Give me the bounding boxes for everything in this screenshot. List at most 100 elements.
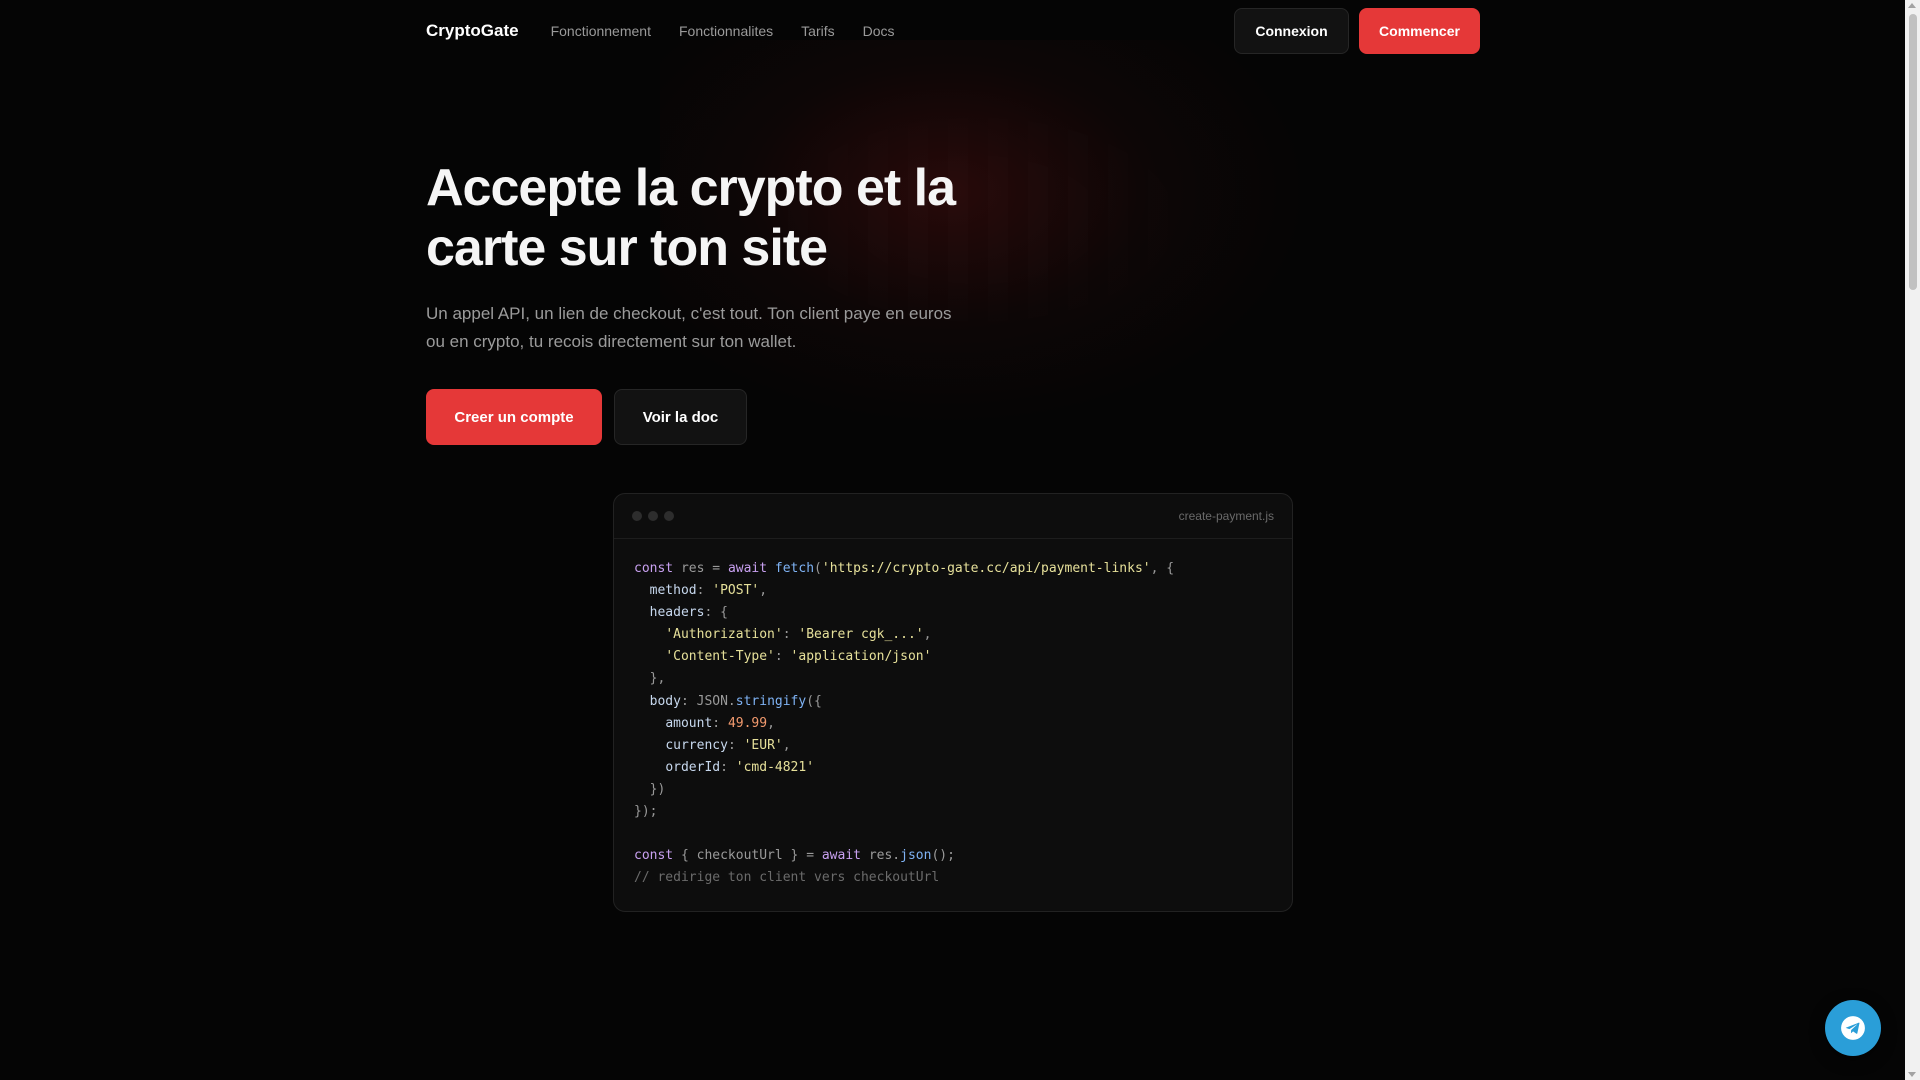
code-token: orderId [665, 759, 721, 775]
code-token: await [727, 561, 775, 576]
brand-logo[interactable]: CryptoGate [426, 21, 519, 41]
code-token: ({ [806, 693, 822, 709]
code-token: 'https://crypto-gate.cc/api/payment-link… [821, 561, 1151, 576]
hero-subtitle-line1: Un appel API, un lien de checkout, c'est… [426, 304, 952, 323]
nav-link-tarifs[interactable]: Tarifs [801, 23, 834, 39]
window-dot-icon [648, 511, 658, 521]
nav-link-docs[interactable]: Docs [863, 23, 895, 39]
code-token: : { [704, 605, 728, 621]
code-token: : [720, 759, 736, 775]
nav-actions: Connexion Commencer [1234, 8, 1480, 54]
code-line: }) [634, 779, 1272, 801]
code-line: }, [634, 668, 1272, 690]
code-token: const [634, 848, 674, 864]
login-button[interactable]: Connexion [1234, 8, 1349, 54]
code-token: const [634, 561, 674, 576]
code-token: : JSON. [680, 693, 736, 709]
code-token: : [774, 649, 791, 665]
code-line: }); [634, 801, 1272, 823]
code-token: fetch [774, 561, 815, 576]
code-token: res. [868, 848, 901, 864]
hero-title-line2: carte sur ton site [426, 219, 828, 277]
code-token: }) [634, 781, 666, 797]
code-token: , [759, 583, 768, 599]
code-token: , [923, 627, 932, 643]
code-window-titlebar: create-payment.js [614, 494, 1292, 539]
code-token: headers [649, 605, 705, 621]
code-token: , [782, 737, 791, 753]
code-token: 'Authorization' [665, 627, 783, 643]
code-line: 'Authorization': 'Bearer cgk_...', [634, 624, 1272, 646]
code-token: = [712, 561, 728, 576]
code-token: stringify [735, 693, 807, 709]
page-scrollbar[interactable] [1905, 0, 1920, 1080]
code-line: amount: 49.99, [634, 713, 1272, 735]
scroll-down-icon[interactable] [1908, 1072, 1916, 1077]
scroll-up-icon[interactable] [1908, 3, 1916, 8]
code-token: 'EUR' [743, 737, 783, 753]
code-line: body: JSON.stringify({ [634, 691, 1272, 713]
code-token: 'POST' [712, 583, 760, 599]
code-filename: create-payment.js [1178, 509, 1274, 523]
code-line: const { checkoutUrl } = await res.json()… [634, 845, 1272, 867]
view-docs-button[interactable]: Voir la doc [614, 389, 747, 445]
hero-actions: Creer un compte Voir la doc [426, 389, 747, 445]
code-token: : [727, 737, 744, 753]
code-token: json [900, 848, 932, 864]
code-token: : [782, 627, 799, 643]
scrollbar-thumb[interactable] [1909, 14, 1917, 290]
code-line: currency: 'EUR', [634, 735, 1272, 757]
code-token: amount [665, 715, 713, 731]
code-token: (); [931, 848, 955, 864]
code-token: }); [634, 804, 658, 820]
code-token: currency [665, 737, 728, 753]
code-token: : [696, 583, 713, 599]
code-block[interactable]: const res = await fetch('https://crypto-… [614, 539, 1292, 908]
code-token: // redirige ton client vers checkoutUrl [634, 870, 940, 886]
hero-title: Accepte la crypto et la carte sur ton si… [426, 158, 986, 278]
code-line: 'Content-Type': 'application/json' [634, 646, 1272, 668]
code-token: method [649, 583, 697, 599]
code-token: 'application/json' [790, 649, 932, 665]
telegram-icon [1841, 1016, 1865, 1040]
code-token: 'Content-Type' [665, 649, 775, 665]
window-dot-icon [664, 511, 674, 521]
start-button[interactable]: Commencer [1359, 8, 1480, 54]
top-nav: CryptoGate Fonctionnement Fonctionnalite… [426, 0, 1480, 62]
code-line: headers: { [634, 602, 1272, 624]
code-token: 'cmd-4821' [735, 759, 815, 775]
code-line: method: 'POST', [634, 580, 1272, 602]
nav-links: Fonctionnement Fonctionnalites Tarifs Do… [551, 23, 895, 39]
code-token: 49.99 [727, 715, 768, 731]
code-token: await [821, 848, 869, 864]
code-token: ( [814, 561, 822, 576]
create-account-button[interactable]: Creer un compte [426, 389, 602, 445]
code-line: // redirige ton client vers checkoutUrl [634, 867, 1272, 889]
code-token: body [649, 693, 681, 709]
code-token: res [673, 561, 713, 576]
nav-link-fonctionnalites[interactable]: Fonctionnalites [679, 23, 773, 39]
code-window: create-payment.js const res = await fetc… [613, 493, 1293, 912]
code-token: { checkoutUrl } = [673, 848, 822, 864]
code-line: const res = await fetch('https://crypto-… [634, 558, 1272, 580]
hero-subtitle-line2: ou en crypto, tu recois directement sur … [426, 332, 797, 351]
code-token: : [712, 715, 728, 731]
hero-title-line1: Accepte la crypto et la [426, 159, 956, 217]
code-token: , { [1150, 561, 1175, 576]
code-token: }, [634, 671, 666, 687]
hero-subtitle: Un appel API, un lien de checkout, c'est… [426, 300, 986, 356]
code-token: , [767, 715, 775, 731]
code-line: orderId: 'cmd-4821' [634, 757, 1272, 779]
nav-link-fonctionnement[interactable]: Fonctionnement [551, 23, 651, 39]
window-dot-icon [632, 511, 642, 521]
telegram-button[interactable] [1825, 1000, 1881, 1056]
